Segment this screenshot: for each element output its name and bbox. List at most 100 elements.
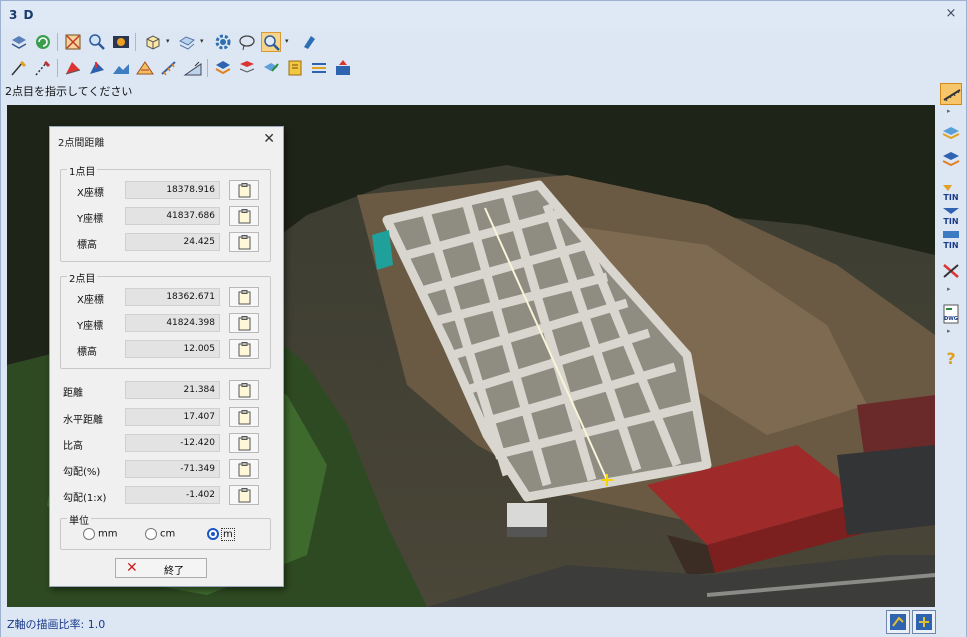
unit-mm-radio[interactable]: mm bbox=[83, 528, 117, 540]
clipboard-icon bbox=[238, 462, 251, 477]
copy-point1-y-button[interactable] bbox=[229, 206, 259, 226]
point1-group: 1点目 X座標 18378.916 Y座標 41837.686 標高 24.42… bbox=[60, 163, 271, 262]
point2-x-field[interactable]: 18362.671 bbox=[125, 288, 220, 306]
clipboard-icon bbox=[238, 342, 251, 357]
clipboard-icon bbox=[238, 316, 251, 331]
app-window: 3 D × ▾ ▾ ▾ 2点目を指示してください ▸ TIN TIN TIN ▸… bbox=[0, 0, 967, 637]
toolbar-tools bbox=[1, 55, 966, 81]
dialog-title: 2点間距離 bbox=[58, 138, 105, 149]
tin-edit-icon[interactable]: TIN bbox=[940, 205, 962, 227]
refresh-icon[interactable] bbox=[33, 32, 53, 52]
copy-distance-button[interactable] bbox=[229, 380, 259, 400]
point2-y-field[interactable]: 41824.398 bbox=[125, 314, 220, 332]
units-group: 単位 mm cm m bbox=[60, 512, 271, 550]
export-icon[interactable] bbox=[333, 58, 353, 78]
z-scale-status: Z軸の描画比率: 1.0 bbox=[7, 618, 106, 631]
right-toolbar: ▸ TIN TIN TIN ▸ DWG ▸ ? bbox=[937, 81, 965, 581]
point1-x-field[interactable]: 18378.916 bbox=[125, 181, 220, 199]
window-close-button[interactable]: × bbox=[944, 7, 958, 21]
copy-horizontal-distance-button[interactable] bbox=[229, 407, 259, 427]
unit-m-radio[interactable]: m bbox=[207, 527, 235, 541]
status-bar: Z軸の描画比率: 1.0 bbox=[1, 607, 966, 637]
point2-z-field[interactable]: 12.005 bbox=[125, 340, 220, 358]
section-icon[interactable] bbox=[940, 121, 962, 143]
height-diff-label: 比高 bbox=[63, 441, 83, 452]
dialog-close-button[interactable]: ✕ bbox=[263, 131, 275, 147]
help-icon[interactable]: ? bbox=[940, 347, 962, 369]
clipboard-icon bbox=[238, 410, 251, 425]
view-mode-icon[interactable] bbox=[886, 610, 910, 634]
slope-icon[interactable] bbox=[159, 58, 179, 78]
grade-icon[interactable] bbox=[183, 58, 203, 78]
command-prompt: 2点目を指示してください bbox=[5, 85, 133, 98]
terrain-icon[interactable] bbox=[111, 58, 131, 78]
distance-field[interactable]: 21.384 bbox=[125, 381, 220, 399]
distance-label: 距離 bbox=[63, 388, 83, 399]
end-button[interactable]: ✕ 終了 bbox=[115, 558, 207, 578]
horizontal-distance-field[interactable]: 17.407 bbox=[125, 408, 220, 426]
clipboard-icon bbox=[238, 183, 251, 198]
svg-text:TIN: TIN bbox=[943, 193, 958, 202]
terrain-layers-icon[interactable] bbox=[940, 147, 962, 169]
svg-text:TIN: TIN bbox=[943, 217, 958, 226]
paint-icon[interactable] bbox=[299, 32, 319, 52]
distance-dialog: 2点間距離 ✕ 1点目 X座標 18378.916 Y座標 41837.686 … bbox=[49, 126, 284, 587]
copy-point2-z-button[interactable] bbox=[229, 339, 259, 359]
zoom-icon[interactable] bbox=[87, 32, 107, 52]
svg-text:TIN: TIN bbox=[943, 241, 958, 250]
tin-create-icon[interactable]: TIN bbox=[940, 181, 962, 203]
height-diff-field[interactable]: -12.420 bbox=[125, 434, 220, 452]
slope-ratio-field[interactable]: -1.402 bbox=[125, 486, 220, 504]
layers-icon[interactable] bbox=[9, 32, 29, 52]
unit-cm-radio[interactable]: cm bbox=[145, 528, 175, 540]
point1-z-field[interactable]: 24.425 bbox=[125, 233, 220, 251]
camera-icon[interactable] bbox=[111, 32, 131, 52]
clipboard-icon bbox=[238, 290, 251, 305]
view-sync-icon[interactable] bbox=[912, 610, 936, 634]
lines-icon[interactable] bbox=[309, 58, 329, 78]
copy-point2-y-button[interactable] bbox=[229, 313, 259, 333]
svg-text:DWG: DWG bbox=[944, 316, 958, 322]
point2-y-label: Y座標 bbox=[77, 321, 104, 332]
dwg-icon[interactable]: DWG bbox=[940, 303, 962, 325]
layer-edit-icon[interactable] bbox=[261, 58, 281, 78]
lasso-icon[interactable] bbox=[237, 32, 257, 52]
copy-slope-pct-button[interactable] bbox=[229, 459, 259, 479]
measure-zoom-icon[interactable] bbox=[261, 32, 281, 52]
pencil-dash-icon[interactable] bbox=[33, 58, 53, 78]
copy-point1-x-button[interactable] bbox=[229, 180, 259, 200]
slope-pct-field[interactable]: -71.349 bbox=[125, 460, 220, 478]
clipboard-icon bbox=[238, 436, 251, 451]
fit-extent-icon[interactable] bbox=[63, 32, 83, 52]
slope-ratio-label: 勾配(1:x) bbox=[63, 493, 107, 504]
copy-height-diff-button[interactable] bbox=[229, 433, 259, 453]
point2-x-label: X座標 bbox=[77, 295, 104, 306]
section-box-icon[interactable] bbox=[177, 32, 197, 52]
point2-label: 2点目 bbox=[67, 270, 98, 285]
point1-y-field[interactable]: 41837.686 bbox=[125, 207, 220, 225]
contour-icon[interactable] bbox=[135, 58, 155, 78]
copy-point1-z-button[interactable] bbox=[229, 232, 259, 252]
settings-gear-icon[interactable] bbox=[213, 32, 233, 52]
copy-point2-x-button[interactable] bbox=[229, 287, 259, 307]
pointcloud-red-icon[interactable] bbox=[63, 58, 83, 78]
cut-icon[interactable] bbox=[940, 261, 962, 283]
point2-z-label: 標高 bbox=[77, 347, 97, 358]
copy-slope-ratio-button[interactable] bbox=[229, 485, 259, 505]
point1-z-label: 標高 bbox=[77, 240, 97, 251]
window-title: 3 D bbox=[9, 8, 35, 22]
cube-view-icon[interactable] bbox=[143, 32, 163, 52]
filter-icon[interactable] bbox=[237, 58, 257, 78]
book-icon[interactable] bbox=[285, 58, 305, 78]
point1-label: 1点目 bbox=[67, 163, 98, 178]
pencil-line-icon[interactable] bbox=[9, 58, 29, 78]
measure-ruler-icon[interactable] bbox=[940, 83, 962, 105]
stack-icon[interactable] bbox=[213, 58, 233, 78]
tin-view-icon[interactable]: TIN bbox=[940, 229, 962, 251]
pointcloud-blue-icon[interactable] bbox=[87, 58, 107, 78]
horizontal-distance-label: 水平距離 bbox=[63, 415, 103, 426]
point1-x-label: X座標 bbox=[77, 188, 104, 199]
point1-y-label: Y座標 bbox=[77, 214, 104, 225]
title-bar: 3 D × bbox=[1, 1, 966, 29]
slope-pct-label: 勾配(%) bbox=[63, 467, 101, 478]
